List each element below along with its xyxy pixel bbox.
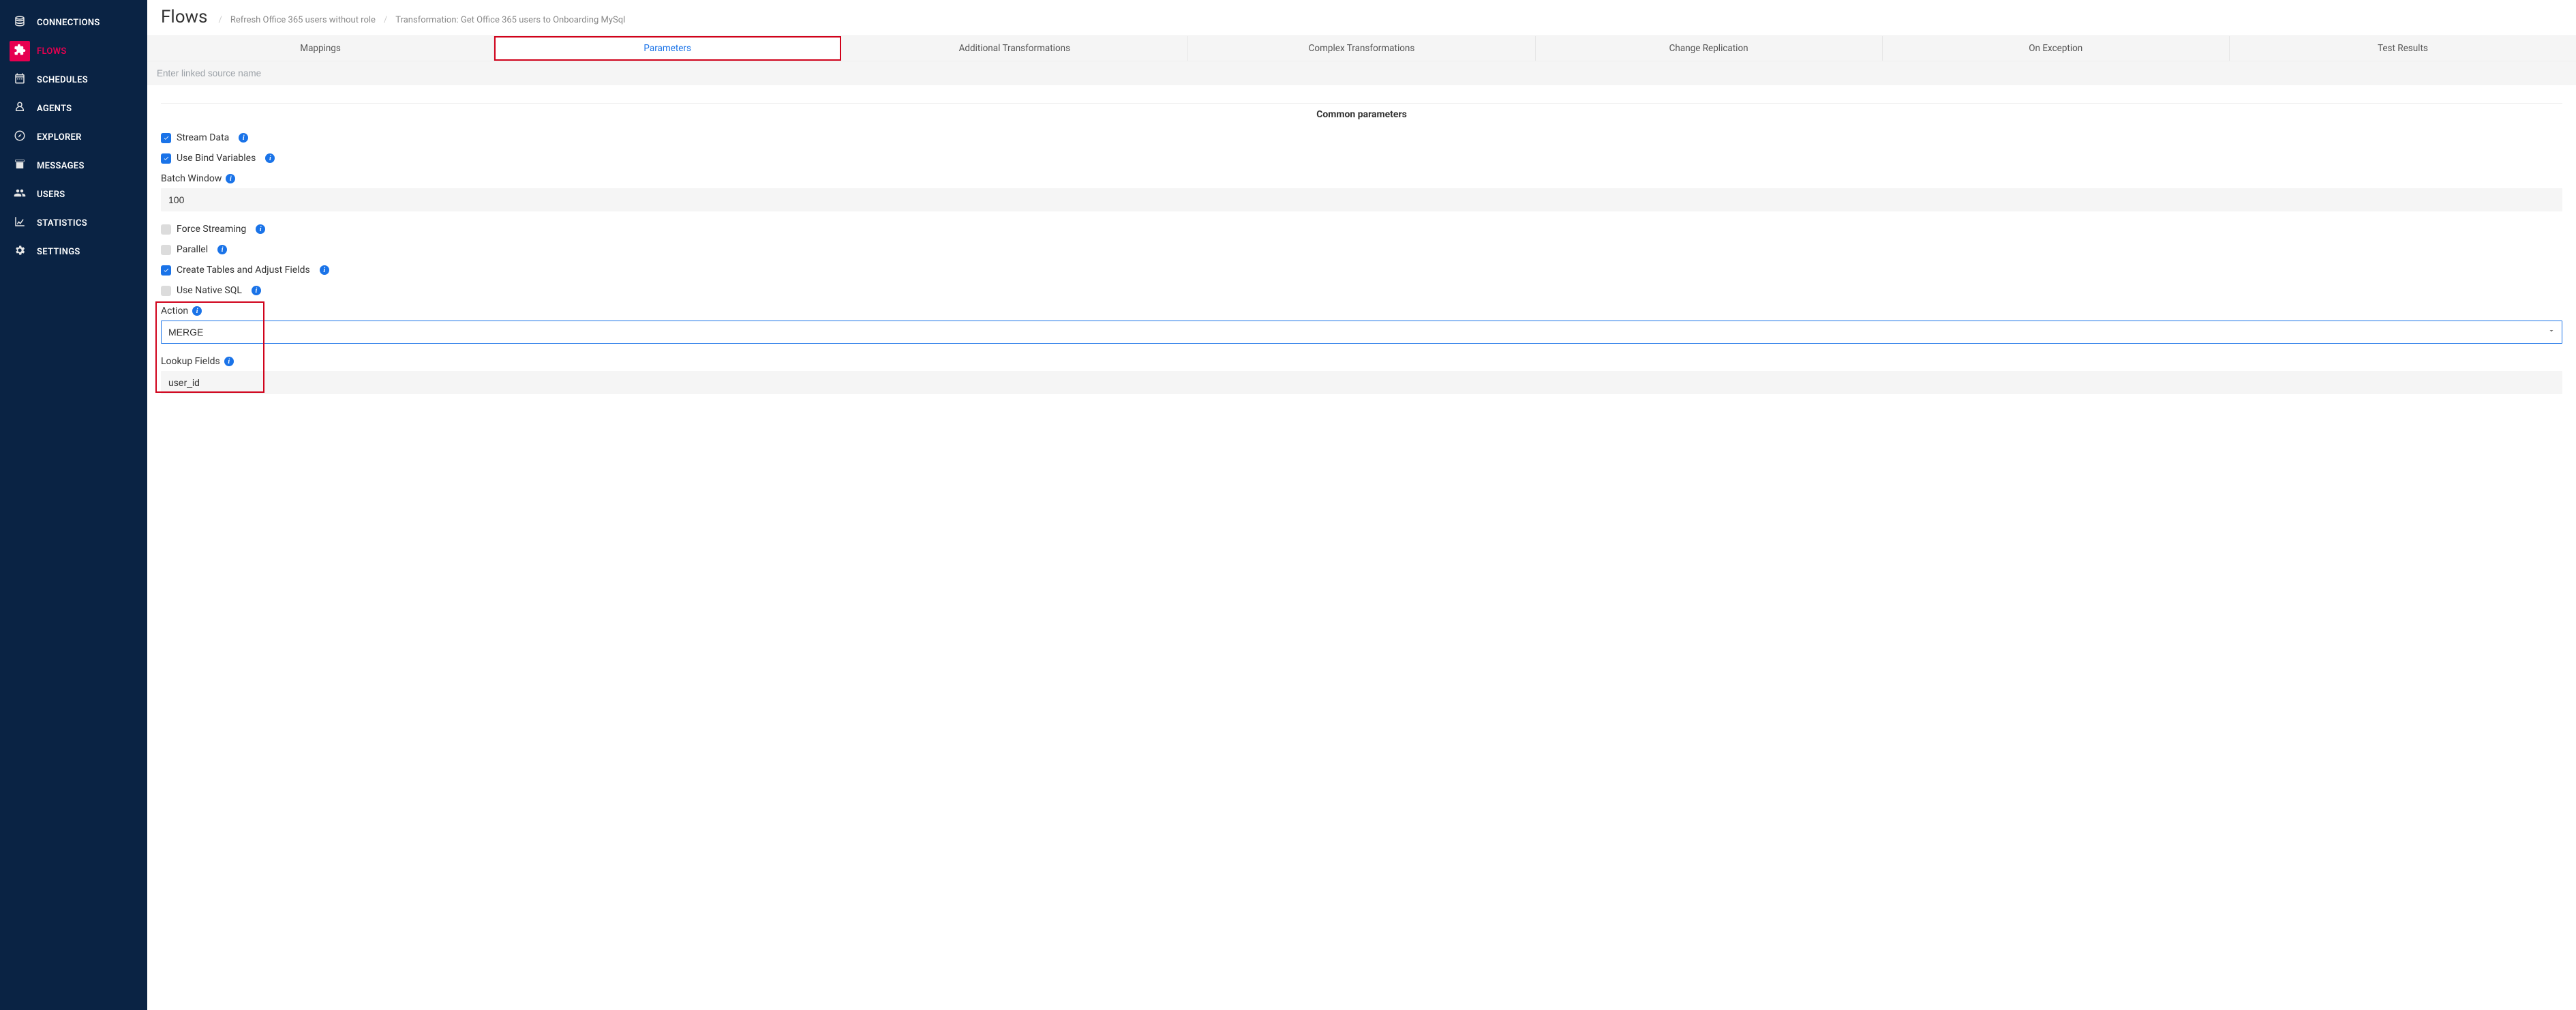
sidebar-item-connections[interactable]: CONNECTIONS: [0, 8, 147, 37]
info-icon[interactable]: i: [320, 265, 329, 275]
sidebar-item-label: STATISTICS: [37, 218, 87, 228]
tab-complex-transformations[interactable]: Complex Transformations: [1188, 36, 1535, 61]
compass-icon: [14, 130, 26, 145]
info-icon[interactable]: i: [265, 153, 275, 163]
param-label: Force Streaming: [177, 224, 246, 235]
chart-line-icon: [14, 216, 26, 231]
archive-icon: [14, 158, 26, 173]
sidebar-item-label: SETTINGS: [37, 247, 80, 257]
sidebar-item-agents[interactable]: AGENTS: [0, 94, 147, 123]
sidebar-item-label: CONNECTIONS: [37, 18, 100, 28]
sidebar-item-users[interactable]: USERS: [0, 180, 147, 209]
tab-on-exception[interactable]: On Exception: [1883, 36, 2230, 61]
param-lookup-fields: Lookup Fields i: [161, 356, 2562, 394]
param-label: Create Tables and Adjust Fields: [177, 265, 310, 276]
action-select[interactable]: [161, 321, 2562, 344]
main-content: Flows / Refresh Office 365 users without…: [147, 0, 2576, 1010]
sidebar-item-label: MESSAGES: [37, 161, 85, 171]
sidebar-item-label: EXPLORER: [37, 132, 82, 143]
database-icon: [14, 15, 26, 30]
puzzle-icon: [14, 44, 26, 59]
linked-source-input[interactable]: [147, 61, 2576, 85]
checkbox-icon: [161, 153, 171, 164]
agent-icon: [14, 101, 26, 116]
sidebar-item-explorer[interactable]: EXPLORER: [0, 123, 147, 151]
sidebar: CONNECTIONS FLOWS SCHEDULES AGENTS EXPLO…: [0, 0, 147, 1010]
param-parallel[interactable]: Parallel i: [161, 244, 2562, 255]
param-label: Stream Data: [177, 132, 229, 143]
tab-additional-transformations[interactable]: Additional Transformations: [841, 36, 1188, 61]
tab-mappings[interactable]: Mappings: [147, 36, 494, 61]
param-create-tables[interactable]: Create Tables and Adjust Fields i: [161, 265, 2562, 276]
info-icon[interactable]: i: [256, 224, 265, 234]
users-icon: [14, 187, 26, 202]
checkbox-icon: [161, 265, 171, 276]
sidebar-item-settings[interactable]: SETTINGS: [0, 237, 147, 266]
info-icon[interactable]: i: [239, 133, 248, 143]
checkbox-icon: [161, 224, 171, 235]
info-icon[interactable]: i: [192, 306, 202, 316]
sidebar-item-messages[interactable]: MESSAGES: [0, 151, 147, 180]
lookup-fields-input[interactable]: [161, 371, 2562, 394]
tabs: Mappings Parameters Additional Transform…: [147, 35, 2576, 61]
param-force-streaming[interactable]: Force Streaming i: [161, 224, 2562, 235]
batch-window-input[interactable]: [161, 188, 2562, 211]
param-batch-window: Batch Window i: [161, 173, 2562, 211]
param-use-native-sql[interactable]: Use Native SQL i: [161, 285, 2562, 296]
info-icon[interactable]: i: [224, 357, 234, 366]
sidebar-item-label: USERS: [37, 190, 65, 200]
gears-icon: [14, 244, 26, 259]
param-use-bind-variables[interactable]: Use Bind Variables i: [161, 153, 2562, 164]
section-title: Common parameters: [161, 109, 2562, 120]
param-label: Lookup Fields: [161, 356, 220, 367]
sidebar-item-label: FLOWS: [37, 46, 67, 57]
param-action: Action i: [161, 306, 2562, 344]
calendar-icon: [14, 72, 26, 87]
tab-test-results[interactable]: Test Results: [2230, 36, 2576, 61]
info-icon[interactable]: i: [252, 286, 261, 295]
checkbox-icon: [161, 245, 171, 255]
page-title: Flows: [161, 7, 207, 27]
checkbox-icon: [161, 286, 171, 296]
sidebar-item-label: AGENTS: [37, 104, 72, 114]
checkbox-icon: [161, 133, 171, 143]
param-stream-data[interactable]: Stream Data i: [161, 132, 2562, 143]
linked-source-row: [147, 61, 2576, 85]
sidebar-item-statistics[interactable]: STATISTICS: [0, 209, 147, 237]
info-icon[interactable]: i: [217, 245, 227, 254]
breadcrumb: Flows / Refresh Office 365 users without…: [147, 0, 2576, 35]
tab-change-replication[interactable]: Change Replication: [1536, 36, 1883, 61]
param-label: Batch Window: [161, 173, 222, 184]
sidebar-item-flows[interactable]: FLOWS: [0, 37, 147, 65]
param-label: Use Native SQL: [177, 285, 242, 296]
breadcrumb-level-2[interactable]: Transformation: Get Office 365 users to …: [395, 15, 625, 25]
breadcrumb-level-1[interactable]: Refresh Office 365 users without role: [230, 15, 376, 25]
info-icon[interactable]: i: [226, 174, 235, 183]
param-label: Parallel: [177, 244, 208, 255]
sidebar-item-label: SCHEDULES: [37, 75, 88, 85]
tab-parameters[interactable]: Parameters: [494, 36, 841, 61]
param-label: Action: [161, 306, 188, 316]
sidebar-item-schedules[interactable]: SCHEDULES: [0, 65, 147, 94]
param-label: Use Bind Variables: [177, 153, 256, 164]
